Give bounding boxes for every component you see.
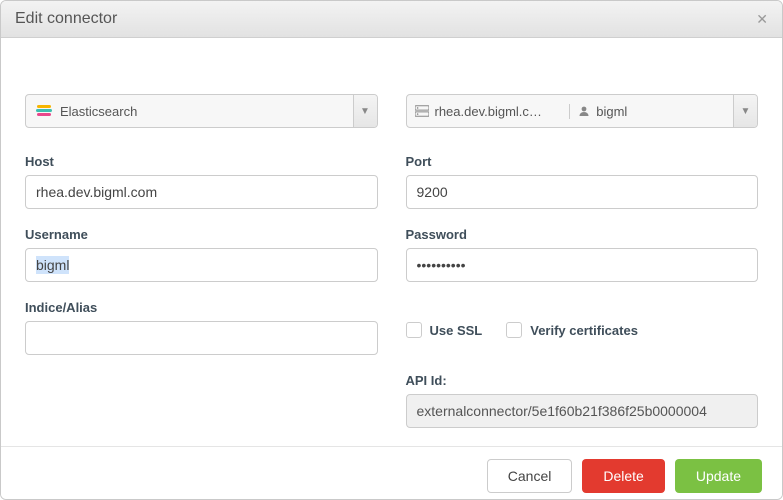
update-button[interactable]: Update [675, 459, 762, 493]
elasticsearch-icon [36, 103, 52, 119]
use-ssl-checkbox[interactable]: Use SSL [406, 322, 483, 338]
cancel-button[interactable]: Cancel [487, 459, 573, 493]
use-ssl-label: Use SSL [430, 323, 483, 338]
engine-select-label: Elasticsearch [60, 104, 137, 119]
modal-title: Edit connector [15, 10, 117, 28]
modal-footer: Cancel Delete Update [1, 446, 782, 500]
delete-button[interactable]: Delete [582, 459, 664, 493]
username-input[interactable]: bigml [25, 248, 378, 282]
password-input[interactable] [406, 248, 759, 282]
port-input[interactable] [406, 175, 759, 209]
connection-host-label: rhea.dev.bigml.c… [435, 104, 542, 119]
checkbox-box [506, 322, 522, 338]
modal-body: Elasticsearch ▼ rhea.dev.bigml.c… [1, 38, 782, 446]
connection-select[interactable]: rhea.dev.bigml.c… bigml ▼ [406, 94, 759, 128]
close-icon[interactable]: ✕ [756, 11, 768, 28]
api-id-label: API Id: [406, 373, 759, 388]
username-label: Username [25, 227, 378, 242]
engine-select[interactable]: Elasticsearch ▼ [25, 94, 378, 128]
user-icon [578, 105, 590, 117]
chevron-down-icon: ▼ [353, 95, 377, 127]
host-label: Host [25, 154, 378, 169]
port-label: Port [406, 154, 759, 169]
password-label: Password [406, 227, 759, 242]
connection-user-label: bigml [596, 104, 627, 119]
edit-connector-modal: Edit connector ✕ Elasticsearch ▼ [0, 0, 783, 500]
chevron-down-icon: ▼ [733, 95, 757, 127]
verify-certs-label: Verify certificates [530, 323, 638, 338]
modal-header: Edit connector ✕ [1, 1, 782, 38]
verify-certs-checkbox[interactable]: Verify certificates [506, 322, 638, 338]
checkbox-box [406, 322, 422, 338]
api-id-field [406, 394, 759, 428]
indice-input[interactable] [25, 321, 378, 355]
indice-label: Indice/Alias [25, 300, 378, 315]
server-icon [415, 105, 429, 117]
host-input[interactable] [25, 175, 378, 209]
